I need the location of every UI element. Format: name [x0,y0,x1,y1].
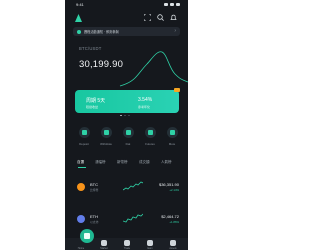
signal-icon [164,3,168,6]
phone-screen: 9:41 賽程活動通知 · 即刻參與 › BTC/USDT 30,199.90 … [65,0,188,250]
nav-label: Trade [123,246,131,250]
nav-label: Home [77,246,85,250]
quick-actions: Deposit Withdraw Fiat Futures More [73,124,188,148]
header-actions [144,14,177,21]
status-icons [164,3,180,6]
btc-icon [77,183,85,191]
quick-action-fiat[interactable]: Fiat [117,124,139,148]
market-tabs: 自選 漲幅榜 新幣榜 成交額 人氣榜 [77,159,187,169]
earn-icon [147,240,153,246]
deposit-icon [78,127,90,138]
ticker-price: 30,199.90 [79,59,124,70]
quick-action-futures[interactable]: Futures [139,124,161,148]
fiat-icon [122,127,134,138]
nav-trade[interactable]: Trade [117,238,137,250]
quick-action-label: Futures [145,142,155,146]
nav-market[interactable]: Market [94,238,114,250]
carousel-dot [124,115,126,116]
promo-subtitle-left: 穩健收益 [86,104,99,109]
eth-sparkline [123,213,143,223]
battery-icon [176,3,180,6]
quick-action-label: Fiat [125,142,131,146]
price-overview[interactable]: BTC/USDT 30,199.90 [65,38,188,88]
market-row[interactable]: ETH 以太坊 $2,464.72 +1.86% [75,206,179,232]
quick-action-label: Deposit [79,142,89,146]
nav-home[interactable]: Home [71,229,94,250]
coin-change: +2.14% [169,188,179,192]
coin-price: $2,464.72 [161,214,179,219]
earn-promo-card[interactable]: 周期 5天 3.54% 穩健收益 參考年化 [75,88,180,113]
futures-icon [144,127,156,138]
bell-icon[interactable] [170,14,177,21]
coin-name: ETH [90,214,98,219]
promo-title: 周期 5天 [86,98,106,104]
search-icon[interactable] [157,14,164,21]
coin-fullname: 以太坊 [90,220,99,224]
megaphone-icon [77,29,81,34]
coin-change: +1.86% [169,220,179,224]
tab-new-listings[interactable]: 新幣榜 [117,160,128,165]
nav-label: Earn [147,246,153,250]
active-tab-indicator [78,167,86,168]
tab-gainers[interactable]: 漲幅榜 [95,160,106,165]
quick-action-withdraw[interactable]: Withdraw [95,124,117,148]
coin-fullname: 比特幣 [90,188,99,192]
market-icon [101,240,107,246]
chevron-right-icon: › [174,27,176,34]
wifi-icon [170,3,174,6]
app-header [65,11,188,25]
scan-icon[interactable] [144,14,151,21]
btc-sparkline [123,181,143,191]
carousel-indicator [120,115,130,116]
nav-label: Assets [169,246,177,250]
withdraw-icon [100,127,112,138]
nav-earn[interactable]: Earn [140,238,160,250]
nav-assets[interactable]: Assets [163,238,183,250]
coin-price: $36,351.90 [158,182,179,187]
promo-subtitle-right: 參考年化 [138,104,151,109]
ticker-pair: BTC/USDT [79,46,102,51]
carousel-dot [128,115,130,116]
market-row[interactable]: BTC 比特幣 $36,351.90 +2.14% [75,174,179,200]
coin-name: BTC [90,182,98,187]
promo-badge [174,88,180,92]
nav-label: Market [100,246,108,250]
quick-action-deposit[interactable]: Deposit [73,124,95,148]
promo-rate: 3.54% [138,97,153,103]
app-logo-icon [75,14,82,22]
bottom-nav: Home Market Trade Earn Assets [65,229,188,250]
trade-icon [124,240,130,246]
eth-icon [77,215,85,223]
carousel-dot [120,115,122,116]
tab-favorites[interactable]: 自選 [77,160,84,165]
announcement-bar[interactable]: 賽程活動通知 · 即刻參與 › [73,27,180,36]
quick-action-more[interactable]: More [161,124,183,148]
wallet-icon [170,240,176,246]
tab-popular[interactable]: 人氣榜 [161,160,172,165]
status-bar: 9:41 [65,0,188,10]
quick-action-label: More [168,142,176,146]
quick-action-label: Withdraw [100,142,112,146]
more-icon [166,127,178,138]
announcement-text: 賽程活動通知 · 即刻參與 [84,30,119,34]
home-icon [80,229,94,243]
tab-volume[interactable]: 成交額 [139,160,150,165]
status-time: 9:41 [76,2,84,7]
